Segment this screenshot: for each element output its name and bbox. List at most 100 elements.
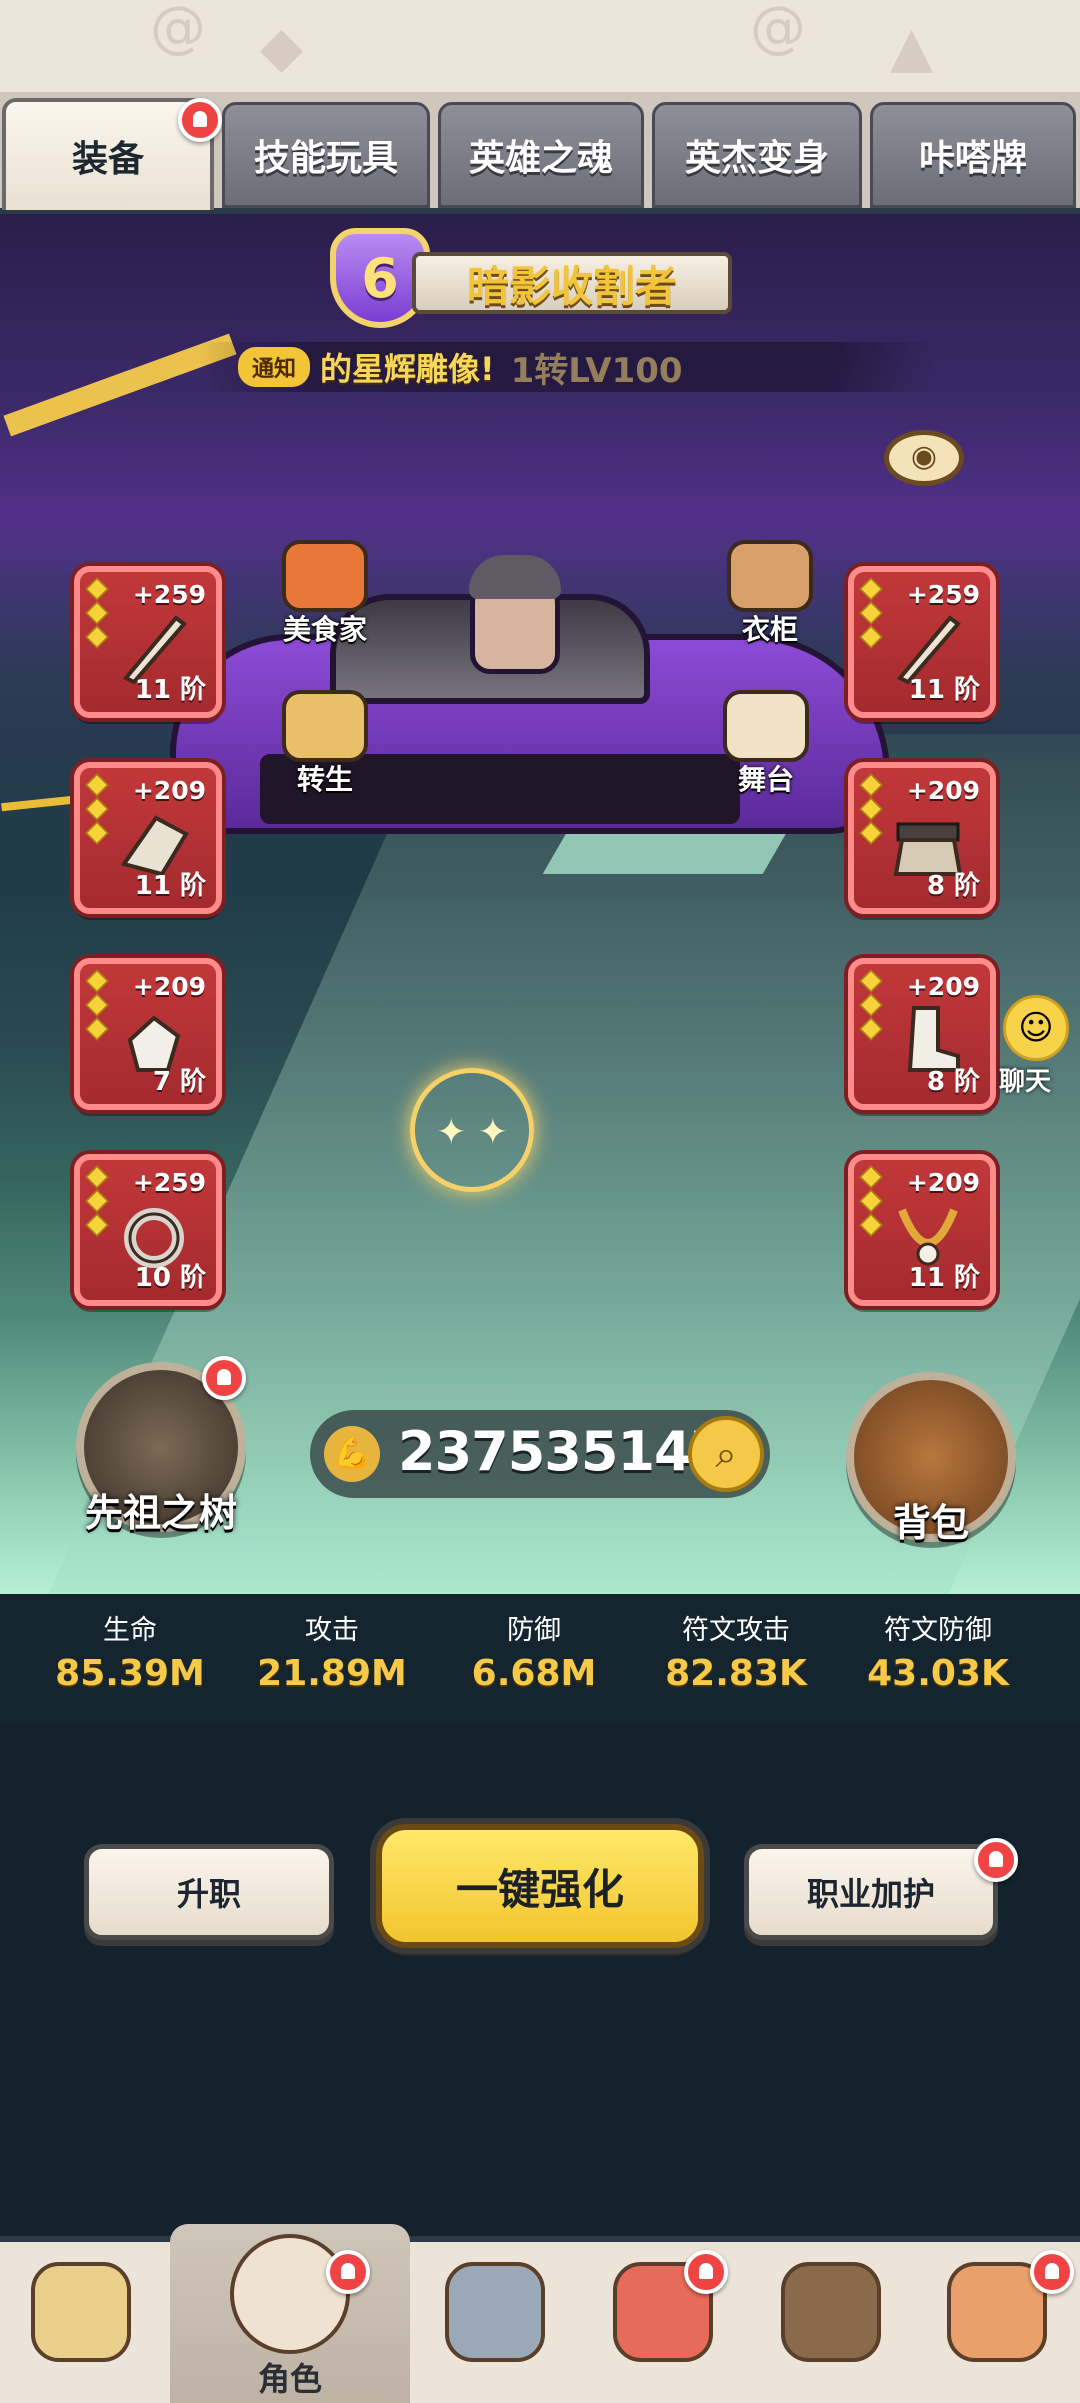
swirl-decor-icon: @ — [150, 0, 206, 60]
one-key-enhance-button[interactable]: 一键强化 — [376, 1824, 704, 1948]
ancestor-tree-label: 先祖之树 — [84, 1491, 237, 1535]
stat-rune-defense: 符文防御 43.03K — [838, 1608, 1038, 1694]
swirl-decor-icon: ▲ — [890, 15, 934, 80]
stat-value: 21.89M — [257, 1653, 407, 1694]
eye-view-icon[interactable]: ◉ — [884, 430, 964, 486]
enhance-level: +209 — [906, 1168, 980, 1197]
equip-slot-left-2[interactable]: +209 11 阶 — [74, 762, 222, 914]
wardrobe-button[interactable]: 衣柜 — [710, 540, 830, 648]
bag-label: 背包 — [892, 1501, 969, 1545]
tab-label: 英雄之魂 — [468, 138, 613, 179]
tier-label: 8 阶 — [926, 871, 980, 901]
stat-value: 43.03K — [867, 1653, 1009, 1694]
gourmet-button[interactable]: 美食家 — [265, 540, 385, 648]
promote-label: 升职 — [176, 1875, 241, 1913]
star-rank-icon — [85, 969, 114, 1042]
rank-banner: 暗影收割者 — [412, 252, 732, 314]
muscle-icon: 💪 — [324, 1426, 380, 1482]
stage-mask-icon — [723, 690, 809, 762]
stat-name: 符文防御 — [884, 1615, 992, 1646]
chat-button[interactable]: ☺ 聊天 — [975, 995, 1075, 1098]
notification-badge-icon — [178, 98, 222, 142]
wardrobe-icon — [727, 540, 813, 612]
tab-hero-soul[interactable]: 英雄之魂 — [438, 102, 644, 208]
equip-slot-right-4[interactable]: +209 11 阶 — [848, 1154, 996, 1306]
stage-label: 舞台 — [737, 763, 794, 796]
rebirth-helmet-icon — [282, 690, 368, 762]
character-equipment-screen: @ ◆ @ ▲ 装备 技能玩具 英雄之魂 英杰变身 咔嗒牌 6 暗影收割者 通知… — [0, 0, 1080, 2403]
rebirth-button[interactable]: 转生 — [265, 690, 385, 798]
search-icon[interactable]: ⌕ — [688, 1416, 764, 1492]
player-avatar — [469, 555, 561, 674]
notification-badge-icon — [974, 1838, 1018, 1882]
star-rank-icon — [859, 577, 888, 650]
top-decor-strip: @ ◆ @ ▲ — [0, 0, 1080, 96]
star-rank-icon — [859, 773, 888, 846]
tab-label: 装备 — [71, 139, 144, 180]
chat-emoji-icon: ☺ — [1003, 995, 1069, 1061]
stat-name: 生命 — [103, 1615, 157, 1646]
nav-item-character[interactable]: 角色 — [170, 2224, 410, 2403]
rank-title[interactable]: 6 暗影收割者 — [330, 228, 750, 328]
tier-label: 11 阶 — [908, 1263, 980, 1293]
equip-slot-left-4[interactable]: +259 10 阶 — [74, 1154, 222, 1306]
equip-slot-left-3[interactable]: +209 7 阶 — [74, 958, 222, 1110]
tab-label: 咔嗒牌 — [918, 138, 1027, 179]
enhance-level: +259 — [132, 580, 206, 609]
tier-label: 10 阶 — [134, 1263, 206, 1293]
notification-badge-icon — [684, 2250, 728, 2294]
sparkle-effect-icon[interactable]: ✦ ✦ — [410, 1068, 534, 1192]
star-rank-icon — [85, 1165, 114, 1238]
combat-power-value: 237535147 — [398, 1420, 728, 1483]
nav-item-heroes[interactable] — [6, 2262, 156, 2402]
bottom-nav: 角色 — [0, 2224, 1080, 2403]
raccoon-shop-icon — [781, 2262, 881, 2362]
one-key-enhance-label: 一键强化 — [455, 1864, 624, 1914]
notice-tag: 通知 — [238, 347, 311, 387]
career-guard-button[interactable]: 职业加护 — [744, 1844, 998, 1940]
tab-click-cards[interactable]: 咔嗒牌 — [870, 102, 1076, 208]
tier-label: 11 阶 — [908, 675, 980, 705]
lion-hero-icon — [31, 2262, 131, 2362]
tier-label: 11 阶 — [134, 675, 206, 705]
combat-power: 💪 237535147 ⌕ — [310, 1410, 770, 1498]
chat-label: 聊天 — [998, 1067, 1051, 1097]
notice-extra: 1转LV100 — [510, 350, 683, 391]
stat-name: 符文攻击 — [682, 1615, 790, 1646]
notice-ticker[interactable]: 通知 的星辉雕像! 1转LV100 — [200, 342, 940, 392]
notification-badge-icon — [202, 1356, 246, 1400]
star-rank-icon — [85, 773, 114, 846]
equip-slot-left-1[interactable]: +259 11 阶 — [74, 566, 222, 718]
enhance-level: +209 — [132, 972, 206, 1001]
tab-skill-toys[interactable]: 技能玩具 — [222, 102, 430, 208]
stat-hp: 生命 85.39M — [30, 1608, 230, 1694]
career-guard-label: 职业加护 — [806, 1875, 935, 1913]
equipment-tabs: 装备 技能玩具 英雄之魂 英杰变身 咔嗒牌 — [0, 92, 1080, 214]
swirl-decor-icon: ◆ — [260, 15, 304, 80]
character-avatar-icon — [230, 2234, 350, 2354]
swirl-decor-icon: @ — [750, 0, 806, 60]
tab-label: 技能玩具 — [253, 138, 398, 179]
stage-button[interactable]: 舞台 — [706, 690, 826, 798]
wardrobe-label: 衣柜 — [741, 613, 798, 646]
equip-slot-right-1[interactable]: +259 11 阶 — [848, 566, 996, 718]
notification-badge-icon — [1030, 2250, 1074, 2294]
stat-defense: 防御 6.68M — [434, 1608, 634, 1694]
gourmet-label: 美食家 — [282, 613, 367, 646]
promote-button[interactable]: 升职 — [84, 1844, 334, 1940]
notification-badge-icon — [326, 2250, 370, 2294]
equip-slot-right-3[interactable]: +209 8 阶 — [848, 958, 996, 1110]
tier-label: 7 阶 — [152, 1067, 206, 1097]
stats-panel: 生命 85.39M 攻击 21.89M 防御 6.68M 符文攻击 82.83K… — [0, 1598, 1080, 1722]
nav-item-shop[interactable] — [756, 2262, 906, 2402]
tab-hero-transform[interactable]: 英杰变身 — [652, 102, 862, 208]
stat-rune-attack: 符文攻击 82.83K — [636, 1608, 836, 1694]
nav-item-weapons[interactable] — [420, 2262, 570, 2402]
enhance-level: +209 — [132, 776, 206, 805]
equip-slot-right-2[interactable]: +209 8 阶 — [848, 762, 996, 914]
bag-button[interactable]: 背包 — [836, 1372, 1026, 1547]
rebirth-label: 转生 — [296, 763, 353, 796]
enhance-level: +209 — [906, 776, 980, 805]
tier-label: 8 阶 — [926, 1067, 980, 1097]
enhance-level: +259 — [132, 1168, 206, 1197]
